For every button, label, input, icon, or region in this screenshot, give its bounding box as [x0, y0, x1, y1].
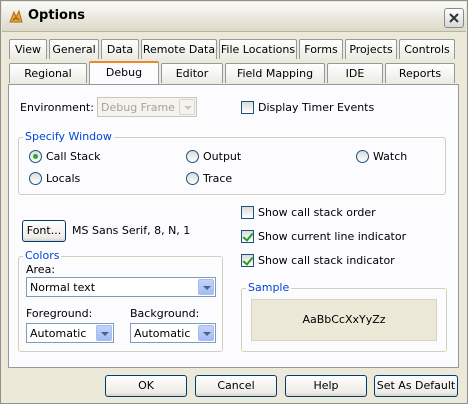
radio-output[interactable] [186, 150, 199, 163]
show-call-stack-order-checkbox[interactable] [241, 206, 254, 219]
sample-text: AaBbCcXxYyZz [302, 313, 386, 326]
tab-label: Remote Data [142, 43, 216, 56]
close-button[interactable] [444, 8, 464, 28]
tab-editor[interactable]: Editor [161, 63, 223, 83]
tab-projects[interactable]: Projects [345, 39, 397, 59]
radio-call-stack[interactable] [29, 150, 42, 163]
tab-file-locations[interactable]: File Locations [219, 39, 297, 59]
background-label: Background: [130, 307, 200, 320]
tab-regional[interactable]: Regional [9, 63, 87, 83]
tab-label: Controls [404, 43, 450, 56]
options-dialog: Options View General Data Remote Data Fi… [0, 0, 468, 404]
ok-button-label: OK [138, 379, 154, 392]
tab-view[interactable]: View [9, 39, 47, 59]
font-button[interactable]: Font... [22, 220, 66, 242]
cancel-button-label: Cancel [217, 379, 255, 392]
set-as-default-button-label: Set As Default [376, 379, 456, 392]
show-current-line-indicator-label: Show current line indicator [258, 230, 407, 243]
tab-label: Data [106, 43, 134, 56]
sample-preview: AaBbCcXxYyZz [251, 299, 437, 341]
tab-data[interactable]: Data [101, 39, 139, 59]
area-label: Area: [26, 263, 56, 276]
foreground-label: Foreground: [26, 307, 93, 320]
chevron-down-icon [96, 325, 112, 341]
chevron-down-icon [198, 279, 214, 295]
window-title: Options [28, 8, 85, 23]
tab-label: Reports [398, 67, 442, 80]
radio-call-stack-label: Call Stack [46, 150, 101, 163]
tab-label: File Locations [220, 43, 296, 56]
tab-label: Debug [105, 66, 143, 79]
tab-label: Forms [304, 43, 338, 56]
cancel-button[interactable]: Cancel [195, 375, 277, 397]
ok-button[interactable]: OK [105, 375, 187, 397]
tab-label: IDE [345, 67, 365, 80]
tab-ide[interactable]: IDE [327, 63, 383, 83]
show-call-stack-indicator-checkbox[interactable] [241, 254, 254, 267]
environment-label: Environment: [20, 101, 94, 114]
tab-debug[interactable]: Debug [89, 61, 159, 84]
radio-watch-label: Watch [373, 150, 408, 163]
radio-locals[interactable] [29, 172, 42, 185]
show-current-line-indicator-checkbox[interactable] [241, 230, 254, 243]
tab-field-mapping[interactable]: Field Mapping [225, 63, 325, 83]
background-value: Automatic [134, 327, 191, 340]
colors-title: Colors [23, 249, 62, 262]
tab-label: Projects [349, 43, 393, 56]
show-call-stack-indicator-label: Show call stack indicator [258, 254, 395, 267]
tab-general[interactable]: General [49, 39, 99, 59]
set-as-default-button[interactable]: Set As Default [374, 375, 458, 397]
radio-trace-label: Trace [203, 172, 233, 185]
font-button-label: Font... [26, 224, 62, 237]
display-timer-events-label: Display Timer Events [258, 101, 375, 114]
area-select[interactable]: Normal text [26, 277, 216, 297]
radio-locals-label: Locals [46, 172, 81, 185]
foreground-select[interactable]: Automatic [26, 323, 114, 343]
font-value: MS Sans Serif, 8, N, 1 [72, 224, 191, 237]
tab-label: Field Mapping [236, 67, 314, 80]
environment-value: Debug Frame [101, 101, 175, 114]
specify-window-group [18, 137, 446, 195]
chevron-down-icon [179, 99, 195, 115]
specify-window-title: Specify Window [23, 130, 114, 143]
radio-trace[interactable] [186, 172, 199, 185]
tab-reports[interactable]: Reports [385, 63, 455, 83]
foreground-value: Automatic [30, 327, 87, 340]
show-call-stack-order-label: Show call stack order [258, 206, 376, 219]
help-button[interactable]: Help [285, 375, 367, 397]
tab-label: General [52, 43, 96, 56]
sample-title: Sample [246, 281, 292, 294]
area-value: Normal text [30, 281, 96, 294]
title-bar[interactable]: Options [2, 2, 466, 32]
radio-watch[interactable] [356, 150, 369, 163]
help-button-label: Help [313, 379, 339, 392]
chevron-down-icon [198, 325, 214, 341]
tab-remote-data[interactable]: Remote Data [141, 39, 217, 59]
app-fox-icon [8, 9, 24, 25]
tab-label: Regional [24, 67, 72, 80]
background-select[interactable]: Automatic [130, 323, 216, 343]
close-icon [449, 13, 459, 23]
radio-output-label: Output [203, 150, 242, 163]
debug-panel: Environment: Debug Frame Display Timer E… [8, 84, 459, 368]
tab-label: Editor [175, 67, 209, 80]
display-timer-events-checkbox[interactable] [241, 101, 254, 114]
tab-forms[interactable]: Forms [299, 39, 343, 59]
environment-select[interactable]: Debug Frame [97, 97, 197, 117]
tab-controls[interactable]: Controls [399, 39, 455, 59]
tab-label: View [14, 43, 42, 56]
